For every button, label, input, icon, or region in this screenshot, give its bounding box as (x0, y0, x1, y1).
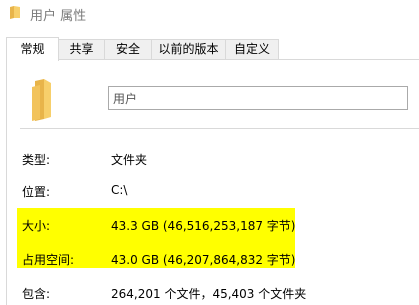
folder-name-input[interactable] (108, 86, 408, 110)
size-on-disk-label: 占用空间: (22, 253, 75, 267)
properties-window: 用户 属性 常规 共享 安全 以前的版本 自定义 类型: 文件夹 位置: C:\… (0, 0, 419, 305)
size-value: 43.3 GB (46,516,253,187 字节) (111, 219, 296, 233)
folder-icon (10, 6, 20, 19)
tab-customize[interactable]: 自定义 (225, 39, 279, 59)
folder-icon (32, 79, 51, 121)
type-value: 文件夹 (111, 153, 148, 167)
location-label: 位置: (22, 185, 51, 199)
tab-previous-versions[interactable]: 以前的版本 (151, 39, 226, 59)
location-value: C:\ (111, 183, 128, 197)
type-label: 类型: (22, 153, 51, 167)
tab-general[interactable]: 常规 (6, 37, 59, 61)
tab-strip: 常规 共享 安全 以前的版本 自定义 (6, 37, 413, 61)
title-bar[interactable]: 用户 属性 (0, 0, 419, 28)
contains-value: 264,201 个文件，45,403 个文件夹 (111, 287, 307, 301)
window-title: 用户 属性 (30, 9, 87, 24)
size-on-disk-value: 43.0 GB (46,207,864,832 字节) (111, 253, 296, 267)
size-label: 大小: (22, 219, 51, 233)
tab-sharing[interactable]: 共享 (58, 39, 105, 59)
contains-label: 包含: (22, 287, 51, 301)
separator (20, 128, 419, 129)
tab-security[interactable]: 安全 (104, 39, 152, 59)
